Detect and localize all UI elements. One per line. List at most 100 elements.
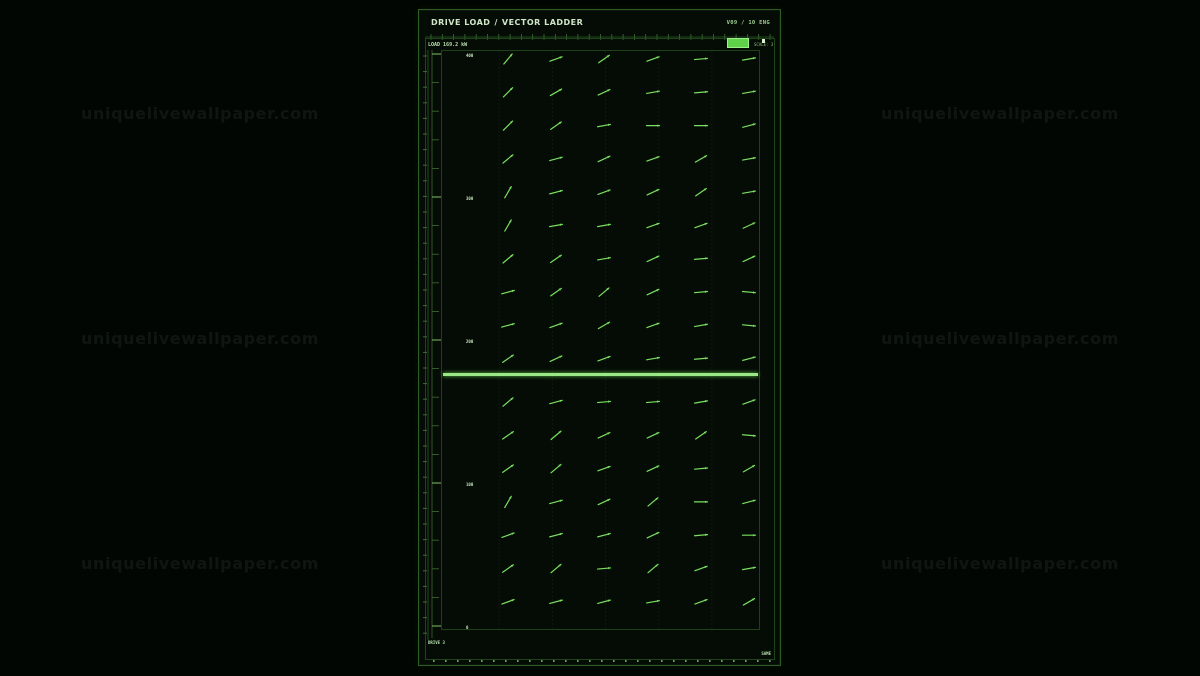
bottom-ruler-dot: [493, 660, 495, 662]
vector-arrow-icon: [693, 90, 709, 94]
vector-arrow-icon: [549, 499, 563, 505]
vector-arrow-icon: [549, 532, 563, 538]
bottom-ruler-dot: [505, 660, 507, 662]
bottom-ruler-dot: [685, 660, 687, 662]
left-ruler: [423, 50, 429, 640]
vector-arrow-icon: [693, 257, 709, 260]
load-value: 169.2 kW: [443, 42, 468, 48]
bottom-ruler-dot: [745, 660, 747, 662]
vector-arrow-icon: [694, 222, 708, 229]
vector-arrow-icon: [502, 254, 514, 264]
bottom-ruler-dot: [541, 660, 543, 662]
vector-arrow-icon: [741, 566, 757, 571]
watermark-text: uniquelivewallpaper.com: [881, 554, 1119, 573]
vector-arrow-icon: [549, 599, 563, 605]
vector-arrow-icon: [741, 90, 757, 95]
vector-arrow-icon: [742, 399, 756, 405]
vector-arrow-icon: [549, 189, 563, 195]
vector-arrow-icon: [646, 188, 660, 196]
vector-arrow-icon: [501, 323, 515, 328]
load-readout: LOAD 169.2 kW: [428, 42, 467, 48]
title-separator: /: [494, 18, 498, 27]
bottom-ruler-dot: [577, 660, 579, 662]
vector-arrow-icon: [646, 56, 660, 62]
vector-arrow-icon: [741, 190, 757, 194]
vector-arrow-icon: [693, 533, 709, 537]
vector-arrow-icon: [646, 431, 660, 439]
vector-arrow-icon: [742, 123, 756, 128]
vector-arrow-icon: [597, 88, 611, 96]
vector-arrow-icon: [741, 324, 757, 328]
vector-arrow-icon: [741, 57, 757, 61]
vector-arrow-icon: [502, 464, 514, 473]
vector-arrow-icon: [501, 289, 515, 295]
vector-arrow-icon: [647, 563, 659, 574]
vector-arrow-icon: [742, 499, 756, 505]
vector-arrow-icon: [693, 400, 709, 404]
vector-arrow-icon: [502, 154, 514, 164]
scale-toggle-button[interactable]: [727, 38, 749, 48]
vector-arrow-icon: [597, 355, 611, 362]
vector-arrow-icon: [742, 356, 756, 361]
vector-field-svg: [498, 51, 757, 631]
vector-arrow-icon: [645, 124, 661, 127]
title-right: VECTOR LADDER: [501, 18, 584, 27]
vector-arrow-icon: [597, 532, 611, 538]
vector-arrow-icon: [596, 123, 612, 128]
vector-arrow-icon: [504, 219, 512, 232]
vector-arrow-icon: [694, 155, 708, 163]
vector-arrow-icon: [693, 357, 709, 360]
vector-arrow-icon: [549, 322, 563, 329]
bottom-ruler-dot: [553, 660, 555, 662]
vector-arrow-icon: [502, 430, 514, 440]
vector-arrow-icon: [693, 124, 709, 127]
vector-arrow-icon: [695, 187, 707, 197]
vector-arrow-icon: [596, 400, 612, 404]
vector-arrow-icon: [742, 222, 756, 229]
vector-arrow-icon: [742, 464, 756, 473]
bottom-ruler-dot: [757, 660, 759, 662]
vector-arrow-icon: [548, 223, 564, 228]
bottom-ruler-dot: [457, 660, 459, 662]
bottom-ruler-dot: [613, 660, 615, 662]
vector-arrow-icon: [693, 57, 709, 61]
bottom-ruler-dot: [433, 660, 435, 662]
vector-arrow-icon: [742, 255, 756, 263]
vector-arrow-icon: [503, 53, 513, 65]
vector-arrow-icon: [645, 599, 661, 604]
page-indicator: V09 / 10 ENG: [726, 20, 770, 26]
title-left: DRIVE LOAD: [431, 18, 491, 27]
bottom-ruler: [433, 660, 771, 662]
watermark-text: uniquelivewallpaper.com: [81, 554, 319, 573]
vector-field-plot: [441, 50, 760, 631]
bottom-ruler-dot: [637, 660, 639, 662]
vector-arrow-icon: [502, 564, 514, 573]
bottom-ruler-dot: [589, 660, 591, 662]
bottom-ruler-dot: [721, 660, 723, 662]
vector-arrow-icon: [741, 156, 757, 161]
vector-arrow-icon: [693, 290, 709, 294]
bottom-ruler-dot: [769, 660, 771, 662]
bottom-ruler-dot: [517, 660, 519, 662]
vector-arrow-icon: [598, 287, 610, 297]
vector-arrow-icon: [597, 498, 611, 506]
vector-arrow-icon: [646, 531, 660, 539]
vector-arrow-icon: [502, 354, 514, 364]
vector-arrow-icon: [597, 431, 611, 439]
vector-arrow-icon: [647, 497, 659, 507]
vector-arrow-icon: [502, 397, 514, 407]
vector-arrow-icon: [598, 54, 610, 64]
bottom-ruler-dot: [445, 660, 447, 662]
vector-arrow-icon: [742, 597, 756, 606]
vector-arrow-icon: [741, 434, 757, 437]
bottom-ruler-dot: [565, 660, 567, 662]
vector-arrow-icon: [502, 87, 514, 98]
bottom-ruler-dot: [469, 660, 471, 662]
vector-arrow-icon: [597, 189, 611, 196]
bottom-ruler-dot: [481, 660, 483, 662]
mode-label: SAME: [761, 651, 771, 656]
vector-arrow-icon: [741, 290, 757, 294]
vector-arrow-icon: [550, 121, 562, 130]
vector-arrow-icon: [645, 400, 661, 404]
vector-arrow-icon: [741, 533, 757, 537]
